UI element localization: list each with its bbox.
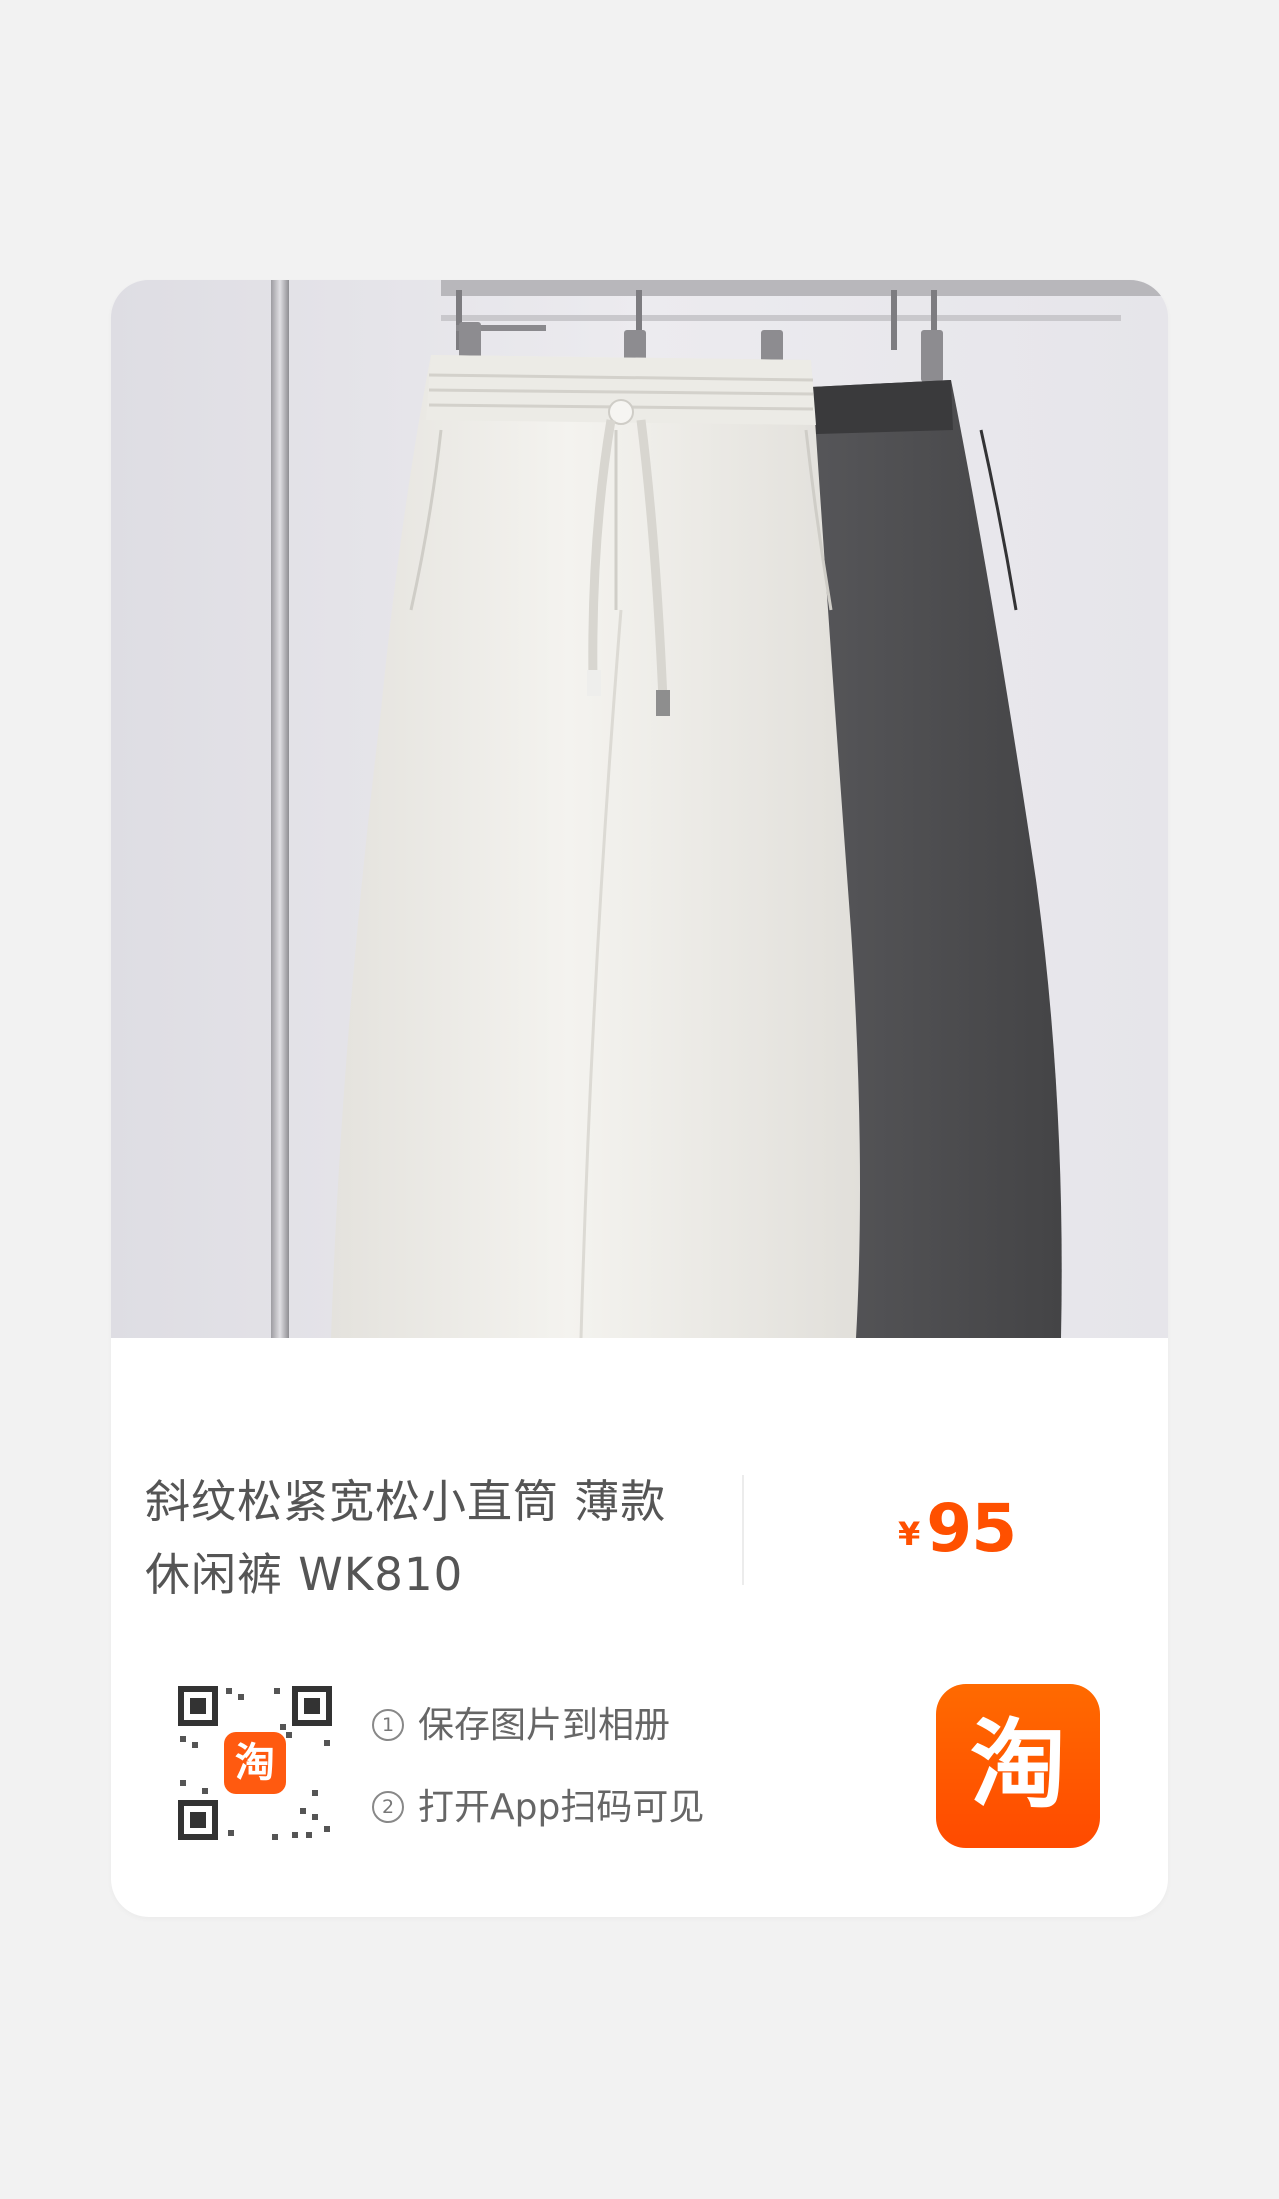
divider	[742, 1475, 744, 1585]
taobao-app-logo: 淘	[936, 1684, 1100, 1848]
step-1-number: 1	[372, 1709, 404, 1741]
step-save-image: 1 保存图片到相册	[372, 1696, 670, 1748]
product-share-card	[111, 280, 1168, 1917]
qr-code: 淘	[172, 1680, 338, 1846]
product-title-line-1: 斜纹松紧宽松小直筒 薄款	[145, 1475, 667, 1528]
step-open-app: 2 打开App扫码可见	[372, 1778, 704, 1830]
qr-logo-glyph: 淘	[235, 1740, 275, 1786]
pants-image	[111, 280, 1168, 1338]
price-amount: 95	[926, 1490, 1017, 1567]
price-currency: ¥	[898, 1515, 921, 1553]
product-photo	[111, 280, 1168, 1338]
step-2-number: 2	[372, 1791, 404, 1823]
product-title-line-2: 休闲裤 WK810	[145, 1548, 464, 1601]
step-1-text: 保存图片到相册	[418, 1705, 671, 1746]
step-2-text: 打开App扫码可见	[418, 1787, 705, 1828]
product-price: ¥95	[898, 1490, 1017, 1570]
taobao-logo-glyph: 淘	[970, 1709, 1066, 1821]
